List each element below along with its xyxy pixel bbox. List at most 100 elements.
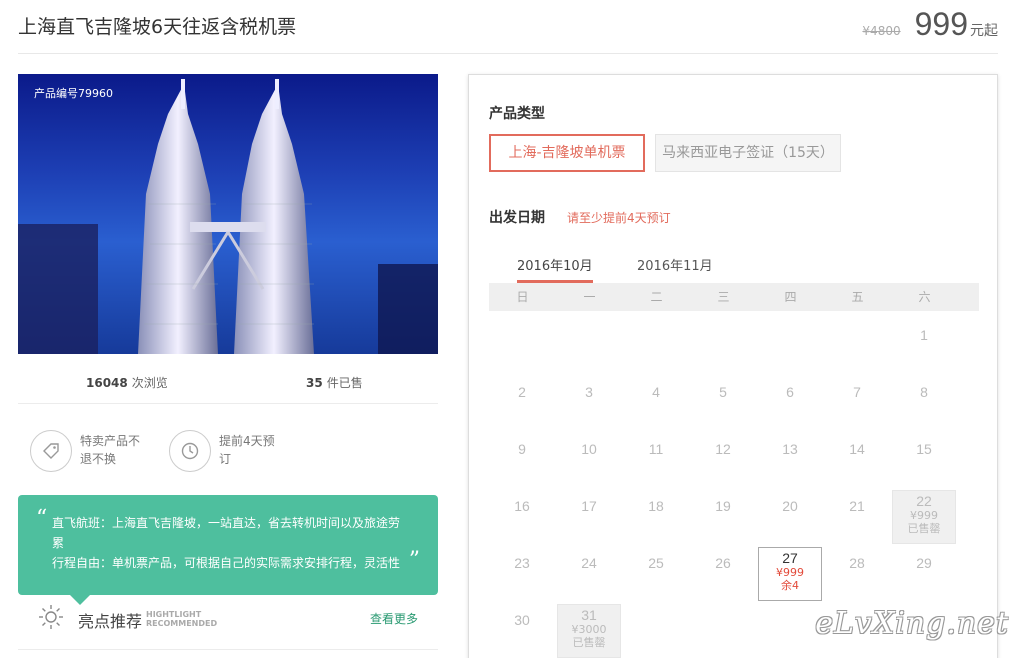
day-number: 17	[581, 498, 597, 514]
highlight-box: “ 直飞航班：上海直飞吉隆坡，一站直达，省去转机时间以及旅途劳累 行程自由：单机…	[18, 495, 438, 605]
calendar-day-23: 23	[490, 547, 554, 601]
sold-count: 35	[306, 376, 323, 390]
calendar-day-4: 4	[624, 376, 688, 430]
page-header: 上海直飞吉隆坡6天往返含税机票 ¥4800 999 元起	[18, 0, 998, 54]
calendar-day-25: 25	[624, 547, 688, 601]
calendar-day-17: 17	[557, 490, 621, 544]
day-number: 18	[648, 498, 664, 514]
views-label: 次浏览	[131, 376, 168, 390]
product-photo: 产品编号79960	[18, 74, 438, 354]
calendar-day-1: 1	[892, 319, 956, 373]
calendar-day-21: 21	[825, 490, 889, 544]
day-number: 7	[853, 384, 861, 400]
day-number: 27	[782, 550, 798, 566]
calendar-day-24: 24	[557, 547, 621, 601]
day-price: ¥999	[776, 566, 804, 579]
calendar-day-31: 31 ¥3000 已售罄	[557, 604, 621, 658]
booking-panel: 产品类型 上海-吉隆坡单机票 马来西亚电子签证（15天） 出发日期 请至少提前4…	[468, 74, 998, 658]
sold-stat: 35 件已售	[306, 374, 363, 391]
highlight-subtitle-line-1: HIGHTLIGHT	[146, 610, 202, 619]
weekday-label: 三	[717, 290, 730, 304]
calendar-day-12: 12	[691, 433, 755, 487]
day-status: 已售罄	[572, 636, 606, 649]
day-number: 11	[648, 441, 664, 457]
price-suffix: 元起	[970, 23, 998, 39]
stats-bar: 16048 次浏览 35 件已售	[18, 362, 438, 404]
day-number: 15	[916, 441, 932, 457]
calendar-day-11: 11	[624, 433, 688, 487]
day-number: 19	[715, 498, 731, 514]
day-number: 20	[782, 498, 798, 514]
day-number: 8	[920, 384, 928, 400]
type-option-visa[interactable]: 马来西亚电子签证（15天）	[655, 134, 841, 172]
weekday-label: 五	[851, 290, 864, 304]
weekday-label: 六	[918, 290, 931, 304]
views-count: 16048	[86, 376, 128, 390]
original-price: ¥4800	[862, 24, 901, 38]
price-box: ¥4800 999 元起	[862, 6, 998, 43]
tab-month-november[interactable]: 2016年11月	[637, 255, 713, 280]
calendar-day-6: 6	[758, 376, 822, 430]
open-quote-icon: “	[36, 506, 48, 531]
tab-month-october[interactable]: 2016年10月	[517, 255, 593, 283]
calendar-day-14: 14	[825, 433, 889, 487]
day-number: 16	[514, 498, 530, 514]
day-number: 26	[715, 555, 731, 571]
weekday-label: 一	[583, 290, 596, 304]
day-number: 24	[581, 555, 597, 571]
calendar-day-27[interactable]: 27 ¥999 余4	[758, 547, 822, 601]
day-number: 2	[518, 384, 526, 400]
calendar-day-20: 20	[758, 490, 822, 544]
day-price: ¥3000	[571, 623, 607, 636]
feature-advance-booking: 提前4天预订	[169, 430, 283, 472]
day-number: 31	[581, 607, 597, 623]
day-number: 9	[518, 441, 526, 457]
calendar-day-26: 26	[691, 547, 755, 601]
calendar-day-7: 7	[825, 376, 889, 430]
feature-no-refund: 特卖产品不退不换	[30, 430, 144, 472]
close-quote-icon: ”	[408, 548, 420, 573]
day-status: 已售罄	[907, 522, 941, 535]
feature-text: 特卖产品不退不换	[80, 434, 141, 466]
sold-label: 件已售	[326, 376, 363, 390]
type-option-flight[interactable]: 上海-吉隆坡单机票	[489, 134, 645, 172]
weekday-header: 日 一 二 三 四 五 六	[489, 283, 979, 311]
product-type-label: 产品类型	[489, 106, 545, 122]
weekday-label: 二	[650, 290, 663, 304]
day-number: 29	[916, 555, 932, 571]
petronas-towers-image	[18, 79, 438, 354]
calendar-day-22: 22 ¥999 已售罄	[892, 490, 956, 544]
day-number: 12	[715, 441, 731, 457]
page-title: 上海直飞吉隆坡6天往返含税机票	[18, 16, 297, 38]
day-number: 28	[849, 555, 865, 571]
day-price: ¥999	[910, 509, 938, 522]
calendar-day-28: 28	[825, 547, 889, 601]
see-more-link[interactable]: 查看更多	[370, 610, 418, 627]
day-number: 1	[920, 327, 928, 343]
day-number: 23	[514, 555, 530, 571]
calendar-day-10: 10	[557, 433, 621, 487]
day-number: 6	[786, 384, 794, 400]
weekday-label: 四	[784, 290, 797, 304]
highlight-title: 亮点推荐	[78, 612, 143, 631]
calendar-day-16: 16	[490, 490, 554, 544]
day-number: 13	[782, 441, 798, 457]
calendar-day-8: 8	[892, 376, 956, 430]
watermark: eLvXing.net	[815, 606, 1009, 641]
product-code: 产品编号79960	[34, 87, 113, 100]
highlight-line-2: 行程自由：单机票产品，可根据自己的实际需求安排行程，灵活性	[52, 556, 401, 570]
day-number: 10	[581, 441, 597, 457]
feature-text: 提前4天预订	[219, 434, 275, 466]
calendar-day-13: 13	[758, 433, 822, 487]
sun-icon	[38, 604, 64, 630]
calendar-day-5: 5	[691, 376, 755, 430]
calendar-day-18: 18	[624, 490, 688, 544]
day-status: 余4	[781, 579, 799, 592]
day-number: 25	[648, 555, 664, 571]
day-number: 5	[719, 384, 727, 400]
departure-date-label: 出发日期	[489, 210, 545, 226]
calendar-day-15: 15	[892, 433, 956, 487]
booking-notice: 请至少提前4天预订	[567, 211, 671, 225]
calendar-day-9: 9	[490, 433, 554, 487]
day-number: 21	[849, 498, 865, 514]
